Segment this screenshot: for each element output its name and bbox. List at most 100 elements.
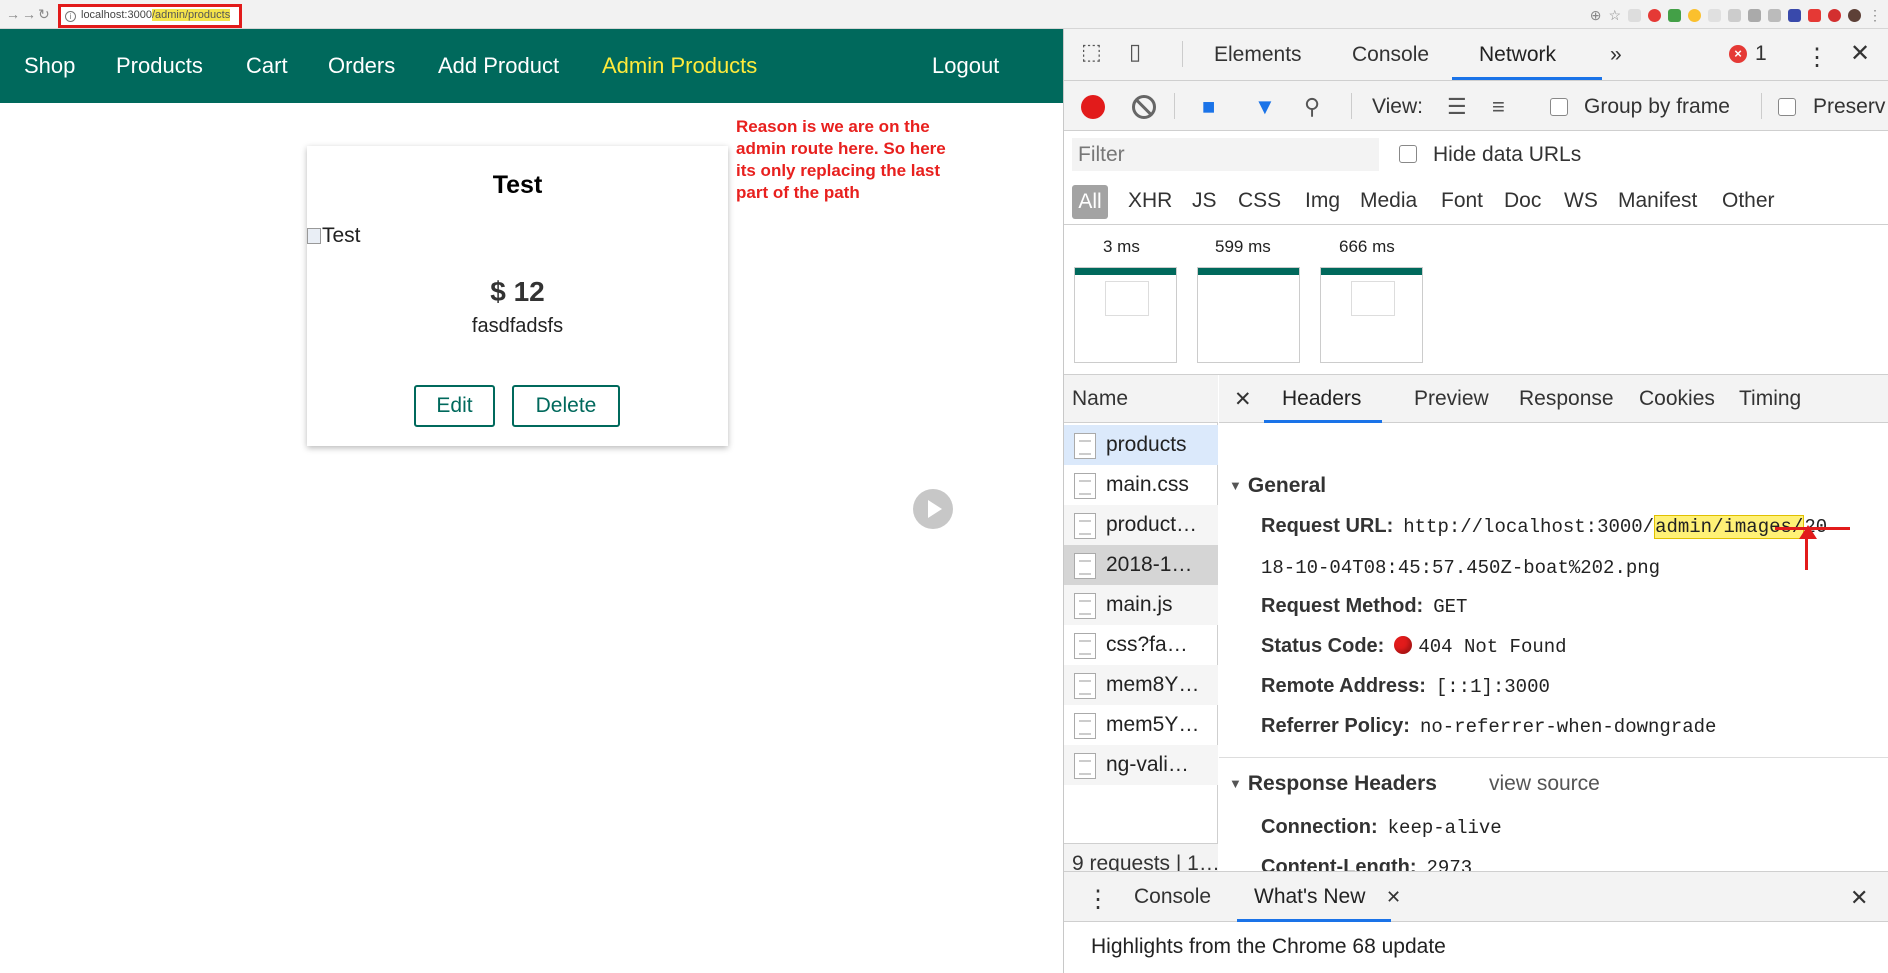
search-icon[interactable]: ⚲ — [1304, 94, 1320, 120]
filmstrip-frame[interactable] — [1197, 267, 1300, 363]
extension-icon[interactable] — [1748, 9, 1761, 22]
frame-time: 3 ms — [1103, 237, 1140, 256]
request-row[interactable]: 2018-1… — [1064, 545, 1218, 585]
capture-screenshots-icon[interactable]: ■ — [1202, 94, 1215, 120]
type-img[interactable]: Img — [1305, 189, 1340, 213]
request-row[interactable]: mem5Y… — [1064, 705, 1218, 745]
play-icon[interactable] — [913, 489, 953, 529]
image-icon — [1074, 553, 1096, 579]
kebab-menu-icon[interactable]: ⋮ — [1805, 43, 1829, 72]
request-row[interactable]: products — [1064, 425, 1218, 465]
filter-input[interactable] — [1072, 138, 1379, 171]
tab-network[interactable]: Network — [1479, 43, 1556, 67]
address-bar[interactable]: i localhost:3000/admin/products — [58, 4, 242, 28]
clear-icon[interactable] — [1132, 95, 1156, 119]
menu-icon[interactable]: ⋮ — [1868, 7, 1882, 24]
document-icon — [1074, 753, 1096, 779]
nav-shop[interactable]: Shop — [24, 53, 75, 79]
close-tab-icon[interactable]: ✕ — [1386, 887, 1401, 908]
extension-icon[interactable] — [1688, 9, 1701, 22]
close-drawer-icon[interactable]: ✕ — [1850, 885, 1868, 911]
content-length-label: Content-Length: — [1261, 856, 1417, 871]
detail-tabbar: ✕ Headers Preview Response Cookies Timin… — [1219, 375, 1888, 423]
close-detail-icon[interactable]: ✕ — [1234, 387, 1252, 412]
zoom-icon[interactable]: ⊕ — [1590, 7, 1602, 24]
nav-products[interactable]: Products — [116, 53, 203, 79]
general-section-header[interactable]: ▼ General — [1229, 474, 1326, 498]
extension-icon[interactable] — [1628, 9, 1641, 22]
response-headers-section-header[interactable]: ▼ Response Headers view source — [1229, 772, 1600, 796]
avatar[interactable] — [1848, 9, 1861, 22]
nav-cart[interactable]: Cart — [246, 53, 288, 79]
tab-response[interactable]: Response — [1519, 387, 1614, 411]
hide-data-urls-checkbox[interactable] — [1399, 145, 1417, 163]
request-row[interactable]: ng-vali… — [1064, 745, 1218, 785]
extension-icon[interactable] — [1808, 9, 1821, 22]
extension-icon[interactable] — [1708, 9, 1721, 22]
type-other[interactable]: Other — [1722, 189, 1775, 213]
forward-icon[interactable]: → — [22, 6, 36, 22]
extension-icon[interactable] — [1768, 9, 1781, 22]
request-row[interactable]: product… — [1064, 505, 1218, 545]
tab-headers[interactable]: Headers — [1282, 387, 1361, 411]
name-column-header[interactable]: Name — [1064, 375, 1218, 423]
extension-icon[interactable] — [1668, 9, 1681, 22]
type-doc[interactable]: Doc — [1504, 189, 1541, 213]
preserve-log-checkbox[interactable] — [1778, 98, 1796, 116]
nav-logout[interactable]: Logout — [932, 53, 999, 79]
group-by-frame-checkbox[interactable] — [1550, 98, 1568, 116]
type-js[interactable]: JS — [1192, 189, 1217, 213]
request-row[interactable]: mem8Y… — [1064, 665, 1218, 705]
nav-orders[interactable]: Orders — [328, 53, 395, 79]
extension-icon[interactable] — [1728, 9, 1741, 22]
error-counter[interactable]: × 1 — [1729, 42, 1767, 66]
view-source-link[interactable]: view source — [1489, 772, 1600, 795]
request-row[interactable]: main.js — [1064, 585, 1218, 625]
main-navigation: Shop Products Cart Orders Add Product Ad… — [0, 29, 1063, 103]
tab-cookies[interactable]: Cookies — [1639, 387, 1715, 411]
preserve-log-label: Preserv — [1813, 95, 1886, 118]
request-row[interactable]: main.css — [1064, 465, 1218, 505]
type-xhr[interactable]: XHR — [1128, 189, 1172, 213]
extension-icon[interactable] — [1648, 9, 1661, 22]
nav-admin-products[interactable]: Admin Products — [602, 53, 757, 79]
edit-button[interactable]: Edit — [414, 385, 495, 427]
drawer-tab-whats-new[interactable]: What's New — [1254, 885, 1365, 909]
back-icon[interactable]: → — [6, 6, 20, 22]
drawer-menu-icon[interactable]: ⋮ — [1086, 885, 1110, 914]
nav-add-product[interactable]: Add Product — [438, 53, 559, 79]
type-css[interactable]: CSS — [1238, 189, 1281, 213]
filmstrip-frame[interactable] — [1320, 267, 1423, 363]
info-icon[interactable]: i — [65, 11, 76, 22]
extension-icon[interactable] — [1788, 9, 1801, 22]
tab-preview[interactable]: Preview — [1414, 387, 1489, 411]
filter-icon[interactable]: ▼ — [1254, 94, 1276, 120]
request-url-value: http://localhost:3000/ — [1403, 516, 1655, 538]
request-row[interactable]: css?fa… — [1064, 625, 1218, 665]
tab-elements[interactable]: Elements — [1214, 43, 1302, 67]
reload-icon[interactable]: ↻ — [38, 6, 50, 23]
request-name: mem8Y… — [1106, 673, 1200, 696]
delete-button[interactable]: Delete — [512, 385, 620, 427]
close-devtools-icon[interactable]: ✕ — [1850, 39, 1870, 68]
filmstrip-frame[interactable] — [1074, 267, 1177, 363]
tab-console[interactable]: Console — [1352, 43, 1429, 67]
type-font[interactable]: Font — [1441, 189, 1483, 213]
whats-new-highlights: Highlights from the Chrome 68 update — [1091, 935, 1446, 958]
bookmark-star-icon[interactable]: ☆ — [1608, 7, 1621, 24]
type-ws[interactable]: WS — [1564, 189, 1598, 213]
document-icon — [1074, 513, 1096, 539]
inspect-element-icon[interactable]: ⬚ — [1081, 39, 1102, 65]
type-manifest[interactable]: Manifest — [1618, 189, 1697, 213]
device-toolbar-icon[interactable]: ▯ — [1129, 39, 1141, 65]
type-media[interactable]: Media — [1360, 189, 1417, 213]
waterfall-icon[interactable]: ≡ — [1492, 94, 1505, 120]
record-icon[interactable] — [1081, 95, 1105, 119]
large-rows-icon[interactable]: ☰ — [1447, 94, 1467, 120]
more-tabs-icon[interactable]: » — [1610, 43, 1622, 67]
tab-timing[interactable]: Timing — [1739, 387, 1801, 411]
type-all[interactable]: All — [1072, 185, 1108, 219]
extension-icon[interactable] — [1828, 9, 1841, 22]
drawer-tab-console[interactable]: Console — [1134, 885, 1211, 909]
annotation-arrowhead — [1799, 525, 1817, 539]
